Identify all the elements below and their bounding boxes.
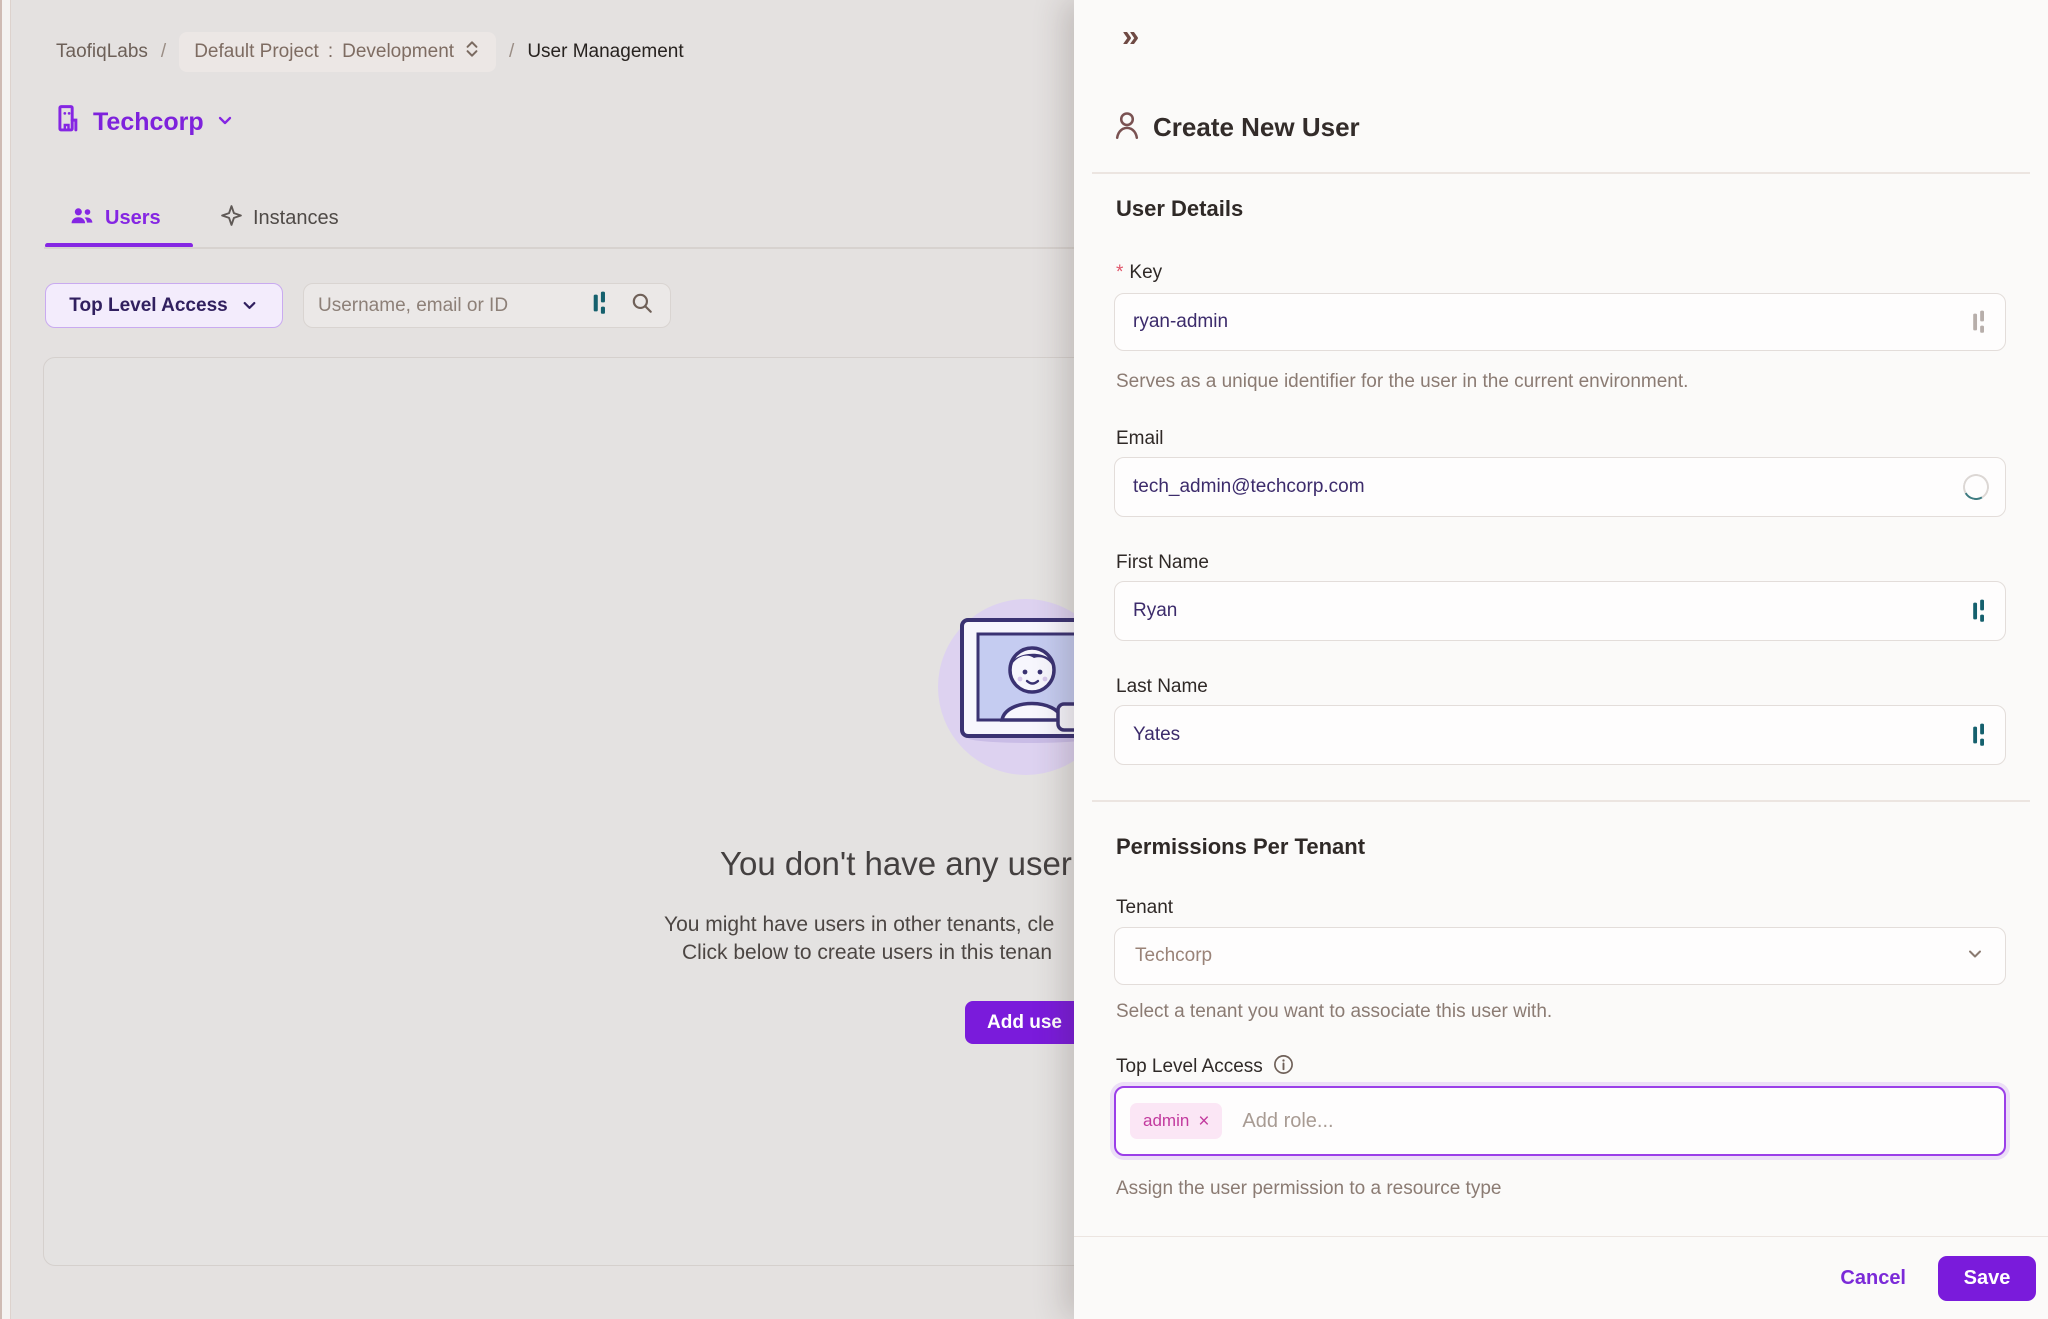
top-level-access-filter-button[interactable]: Top Level Access [45,283,283,328]
cancel-button[interactable]: Cancel [1840,1267,1906,1290]
create-user-drawer: » Create New User User Details *Key Serv… [1074,0,2048,1319]
header-divider [1092,172,2030,174]
empty-state-text-line1: You might have users in other tenants, c… [664,913,1054,937]
chevron-down-icon [240,296,259,315]
collapse-drawer-icon[interactable]: » [1122,18,1139,54]
project-environment-switcher[interactable]: Default Project : Development [179,32,496,72]
sort-toggle-icon [463,39,481,65]
last-name-label: Last Name [1116,676,1208,698]
filter-button-label: Top Level Access [69,295,227,317]
building-icon [55,104,82,140]
top-level-access-helper-text: Assign the user permission to a resource… [1116,1178,1501,1200]
user-icon [1114,110,1140,145]
tenant-label: Tenant [1116,897,1173,919]
last-name-input[interactable] [1115,706,2005,764]
role-tag-input[interactable]: admin × [1114,1086,2006,1156]
chevron-down-icon [1965,944,1985,969]
project-env-colon: : [328,41,333,63]
top-level-access-label-row: Top Level Access [1116,1054,1294,1080]
email-input[interactable] [1115,458,2005,516]
save-button[interactable]: Save [1938,1256,2036,1301]
autofill-bars-icon [1973,310,1989,334]
email-label: Email [1116,428,1164,450]
autofill-bars-icon[interactable] [593,291,610,320]
tab-instances[interactable]: Instances [220,197,339,239]
role-chip: admin × [1130,1103,1222,1139]
first-name-label: First Name [1116,552,1209,574]
tenant-helper-text: Select a tenant you want to associate th… [1116,1001,1552,1023]
breadcrumb: TaofiqLabs / Default Project : Developme… [56,32,684,72]
first-name-input[interactable] [1115,582,2005,640]
section-permissions: Permissions Per Tenant [1116,834,1365,860]
email-field-wrap [1114,457,2006,517]
autofill-bars-icon [1973,723,1989,747]
required-marker: * [1116,262,1123,283]
chevron-down-icon [215,110,235,135]
section-user-details: User Details [1116,196,1243,222]
empty-state-title: You don't have any user [720,845,1072,883]
tab-instances-label: Instances [253,207,339,230]
remove-role-icon[interactable]: × [1198,1112,1209,1131]
breadcrumb-page: User Management [527,41,683,63]
tenant-name: Techcorp [93,108,204,137]
search-input[interactable] [304,284,593,327]
drawer-header: Create New User [1114,110,1360,145]
section-divider [1092,800,2030,802]
users-icon [70,205,95,232]
key-field-wrap [1114,293,2006,351]
environment-name: Development [342,41,454,63]
search-icon[interactable] [630,291,654,320]
drawer-title: Create New User [1153,112,1360,143]
app-window: TaofiqLabs / Default Project : Developme… [0,0,2048,1319]
role-chip-label: admin [1143,1111,1189,1131]
top-level-access-label: Top Level Access [1116,1056,1263,1078]
project-name: Default Project [194,41,319,63]
breadcrumb-separator: / [161,41,166,63]
key-input[interactable] [1115,294,2005,350]
user-search [303,283,671,328]
autofill-bars-icon [1973,599,1989,623]
tenant-select-value: Techcorp [1135,945,1965,967]
breadcrumb-separator: / [509,41,514,63]
first-name-field-wrap [1114,581,2006,641]
tenant-switcher[interactable]: Techcorp [55,104,235,140]
tab-users-label: Users [105,207,161,230]
sparkle-icon [220,204,243,232]
key-label: *Key [1116,262,1162,284]
breadcrumb-org[interactable]: TaofiqLabs [56,41,148,63]
key-helper-text: Serves as a unique identifier for the us… [1116,371,1688,393]
drawer-footer: Cancel Save [1074,1236,2048,1319]
info-icon[interactable] [1273,1054,1294,1080]
add-role-input[interactable] [1242,1110,1990,1133]
tenant-select[interactable]: Techcorp [1114,927,2006,985]
loading-spinner [1963,474,1989,500]
tab-users[interactable]: Users [70,197,161,239]
collapsed-sidebar-edge [0,0,11,1319]
last-name-field-wrap [1114,705,2006,765]
empty-state-text-line2: Click below to create users in this tena… [682,941,1052,965]
